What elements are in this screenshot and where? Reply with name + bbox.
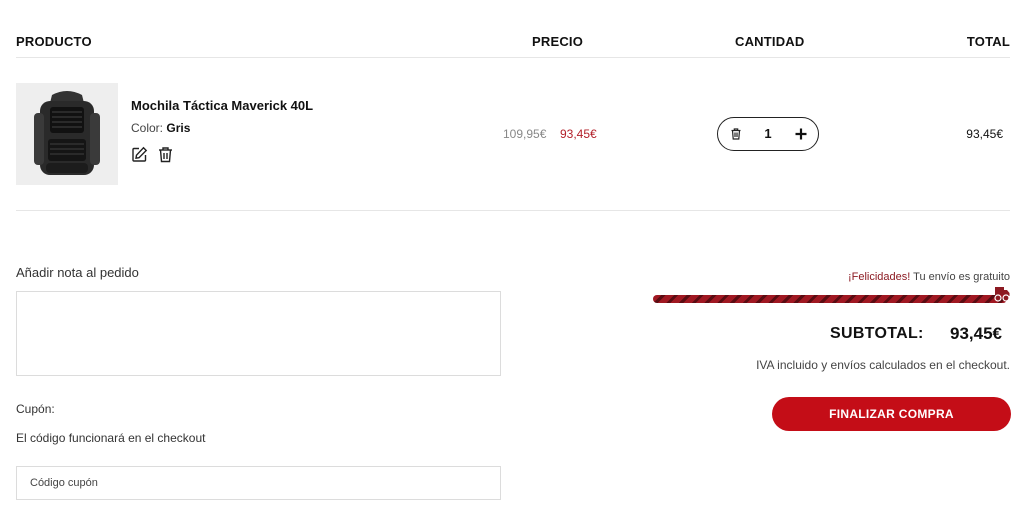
sale-price: 93,45€ [560, 127, 597, 141]
variant-label: Color: [131, 121, 164, 135]
variant-value: Gris [166, 121, 191, 135]
free-shipping-message: ¡Felicidades! Tu envío es gratuito [848, 271, 1010, 283]
cart-table-header: PRODUCTO PRECIO CANTIDAD TOTAL [16, 0, 1010, 58]
header-price: PRECIO [532, 34, 584, 49]
original-price: 109,95€ [503, 127, 547, 141]
tax-note: IVA incluido y envíos calculados en el c… [756, 358, 1010, 372]
free-shipping-text: Tu envío es gratuito [910, 271, 1010, 283]
coupon-label: Cupón: [16, 402, 55, 416]
checkout-button[interactable]: FINALIZAR COMPRA [772, 397, 1011, 431]
backpack-image [16, 83, 118, 185]
free-shipping-progress [653, 295, 1007, 303]
subtotal-label: SUBTOTAL: [830, 325, 924, 342]
header-quantity: CANTIDAD [735, 34, 805, 49]
cart-item-row: Mochila Táctica Maverick 40L Color: Gris… [16, 58, 1010, 211]
order-note-textarea[interactable] [16, 291, 501, 376]
trash-icon [731, 128, 741, 140]
trash-icon[interactable] [157, 146, 174, 163]
product-variant: Color: Gris [131, 121, 190, 135]
subtotal-value: 93,45€ [950, 324, 1002, 343]
product-name[interactable]: Mochila Táctica Maverick 40L [131, 98, 313, 113]
remove-item-button[interactable] [728, 126, 744, 142]
header-product: PRODUCTO [16, 34, 92, 49]
increase-quantity-button[interactable] [792, 124, 810, 144]
line-total: 93,45€ [966, 127, 1003, 141]
coupon-info: El código funcionará en el checkout [16, 431, 206, 445]
product-thumbnail[interactable] [16, 83, 118, 185]
truck-icon [993, 285, 1011, 303]
plus-icon [795, 128, 807, 140]
order-note-label: Añadir nota al pedido [16, 265, 139, 280]
quantity-input[interactable] [756, 126, 780, 141]
header-total: TOTAL [966, 34, 1010, 49]
edit-icon[interactable] [131, 146, 148, 163]
free-shipping-highlight: ¡Felicidades! [847, 271, 911, 283]
item-actions [131, 146, 174, 163]
quantity-stepper [717, 117, 819, 151]
coupon-input[interactable] [16, 466, 501, 500]
free-shipping-progress-fill [653, 295, 1007, 303]
